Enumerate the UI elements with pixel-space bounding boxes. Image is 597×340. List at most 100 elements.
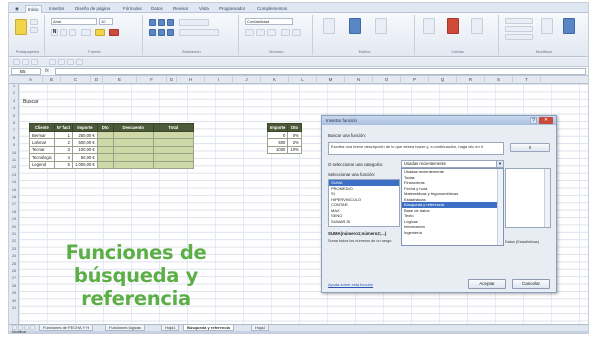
find-select-icon[interactable] [563,18,575,34]
conditional-format-icon[interactable] [323,18,335,34]
scrollbar[interactable] [497,169,503,245]
merge-center-button[interactable] [179,29,219,36]
row-header[interactable]: 20 [9,225,19,229]
last-sheet-icon[interactable] [30,325,35,330]
tab-diseno-pagina[interactable]: Diseño de página [73,5,112,13]
underline-button[interactable] [69,29,76,36]
category-option[interactable]: Ingeniería [402,230,503,236]
row-header[interactable]: 10 [9,151,19,155]
formula-input[interactable] [55,68,586,75]
copy-icon[interactable] [30,27,38,33]
align-top-icon[interactable] [149,19,156,26]
tab-vista[interactable]: Vista [197,5,211,13]
tab-revisar[interactable]: Revisar [171,5,190,13]
formula-cell[interactable] [112,153,154,162]
align-center-icon[interactable] [158,29,165,36]
column-header[interactable]: O [373,76,401,84]
row-header[interactable]: 16 [9,195,19,199]
cell-styles-icon[interactable] [375,18,387,34]
table-cell[interactable]: Bermar [29,130,55,140]
cut-icon[interactable] [30,19,38,25]
formula-cell[interactable] [152,160,194,169]
table-cell[interactable]: 2 [53,138,73,147]
close-icon[interactable]: ✕ [539,117,553,124]
row-header[interactable]: 8 [9,136,19,140]
chart-icon[interactable] [76,59,83,65]
row-header[interactable]: 24 [9,254,19,258]
column-header[interactable]: S [485,76,513,84]
ok-button[interactable]: Aceptar [468,279,506,289]
currency-icon[interactable] [245,29,254,36]
increase-decimal-icon[interactable] [281,29,290,36]
clear-button[interactable] [505,34,533,40]
bold-button[interactable]: N [51,29,58,36]
font-color-icon[interactable] [109,29,119,36]
formula-cell[interactable] [96,153,114,162]
format-as-table-icon[interactable] [349,18,361,34]
row-header[interactable]: 15 [9,188,19,192]
help-link[interactable]: Ayuda sobre esta función [328,282,373,287]
row-header[interactable]: 6 [9,121,19,125]
format-cells-icon[interactable] [471,18,483,34]
scrollbar[interactable] [544,169,550,227]
thousands-icon[interactable] [267,29,276,36]
formula-cell[interactable] [96,138,114,147]
row-header[interactable]: 7 [9,128,19,132]
column-header[interactable]: A [19,76,43,84]
column-header[interactable]: F [137,76,167,84]
column-header[interactable]: J [233,76,261,84]
formula-cell[interactable] [96,145,114,155]
column-header[interactable]: T [513,76,541,84]
column-header[interactable]: D [91,76,103,84]
column-header[interactable]: C [61,76,91,84]
row-header[interactable]: 14 [9,180,19,184]
tab-formulas[interactable]: Fórmulas [121,5,144,13]
decrease-decimal-icon[interactable] [292,29,301,36]
borders-icon[interactable] [81,29,91,36]
align-middle-icon[interactable] [158,19,165,26]
formula-cell[interactable] [112,130,154,140]
table-cell[interactable]: Lahmar [29,138,55,147]
row-header[interactable]: 9 [9,143,19,147]
row-header[interactable]: 26 [9,269,19,273]
office-button-icon[interactable]: ◉ [13,5,21,13]
function-item[interactable]: SUMAR.SI [329,219,399,225]
row-header[interactable]: 28 [9,284,19,288]
row-header[interactable]: 19 [9,217,19,221]
table-cell[interactable]: 5 [53,160,73,169]
row-header[interactable]: 12 [9,165,19,169]
save-icon[interactable] [13,59,20,65]
row-header[interactable]: 27 [9,276,19,280]
row-header[interactable]: 1 [9,84,19,88]
tab-inicio[interactable]: Inicio [25,5,42,13]
fx-icon[interactable]: fx [45,68,49,74]
formula-cell[interactable] [152,153,194,162]
redo-icon[interactable] [31,59,38,65]
column-header[interactable]: E [103,76,137,84]
function-search-input[interactable]: Escriba una breve descripción de lo que … [328,142,504,155]
tab-insertar[interactable]: Insertar [47,5,66,13]
table-cell[interactable]: 3 [53,145,73,155]
table-cell[interactable]: 250,00 € [71,130,98,140]
column-header[interactable]: L [289,76,317,84]
italic-button[interactable] [60,29,67,36]
formula-cell[interactable] [112,145,154,155]
insert-cells-icon[interactable] [423,18,435,34]
table-cell[interactable]: 50,00 € [71,153,98,162]
percent-icon[interactable] [256,29,265,36]
table-cell[interactable]: 10% [287,145,302,155]
tab-datos[interactable]: Datos [149,5,165,13]
row-header[interactable]: 11 [9,158,19,162]
table-cell[interactable]: 1000 [266,145,289,155]
font-size-combo[interactable]: 10 [99,18,113,25]
table-cell[interactable]: 0% [287,130,302,140]
column-header[interactable]: G [167,76,177,84]
row-header[interactable]: 17 [9,202,19,206]
row-header[interactable]: 21 [9,232,19,236]
row-header[interactable]: 5 [9,114,19,118]
sort-desc-icon[interactable] [67,59,74,65]
formula-cell[interactable] [152,145,194,155]
table-cell[interactable]: 1 [53,130,73,140]
table-cell[interactable]: Tecnar [29,145,55,155]
row-header[interactable]: 13 [9,173,19,177]
